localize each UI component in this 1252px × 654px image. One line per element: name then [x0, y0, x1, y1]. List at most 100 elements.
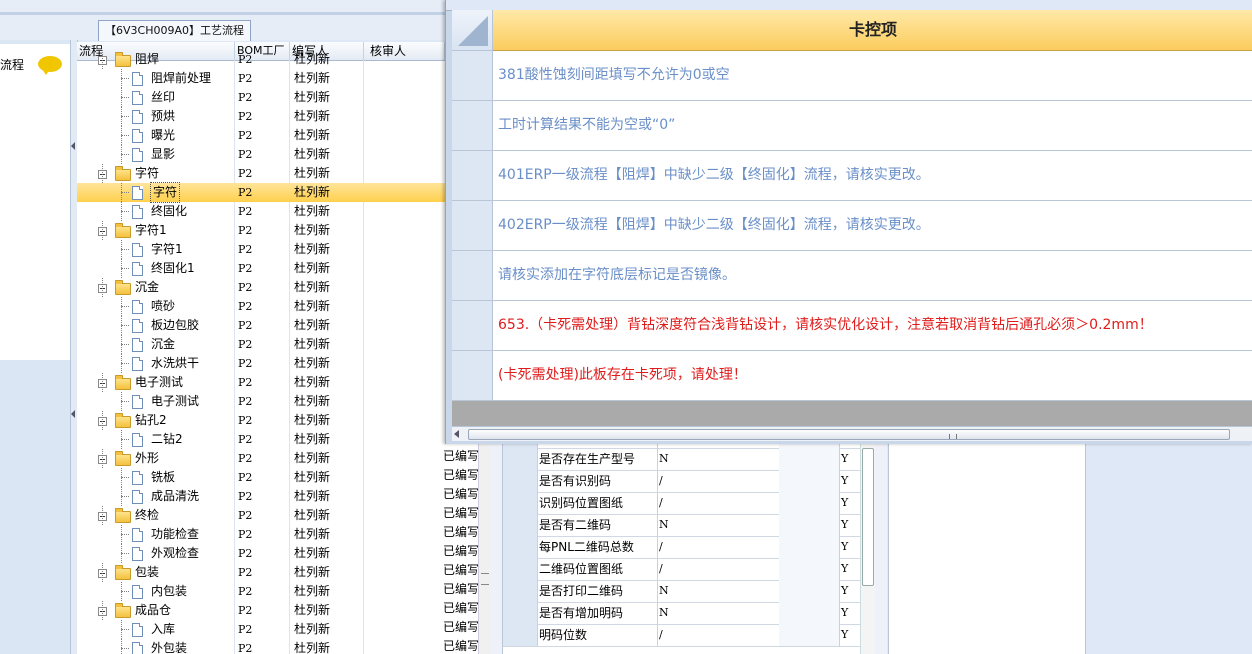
message-row[interactable]: 工时计算结果不能为空或“0”: [452, 101, 1252, 151]
speech-bubble-icon[interactable]: [38, 56, 62, 75]
row-header[interactable]: [503, 514, 538, 536]
table-row[interactable]: 预烘 P2 杜列新: [77, 107, 445, 126]
table-row[interactable]: 字符1 P2 杜列新: [77, 221, 445, 240]
top-bar: 【6V3CH009A0】工艺流程: [0, 0, 445, 41]
table-row[interactable]: 阻焊前处理 P2 杜列新: [77, 69, 445, 88]
table-row[interactable]: 入库 P2 杜列新: [77, 620, 445, 639]
message-row[interactable]: 请核实添加在字符底层标记是否镜像。: [452, 251, 1252, 301]
property-vertical-scrollbar[interactable]: [860, 440, 875, 654]
message-row[interactable]: 401ERP一级流程【阻焊】中缺少二级【终固化】流程，请核实更改。: [452, 151, 1252, 201]
property-value[interactable]: /: [658, 536, 780, 558]
select-all-corner[interactable]: [452, 10, 493, 51]
status-cell: 已编写: [443, 487, 479, 501]
property-row[interactable]: 是否有增加明码 N Y: [503, 602, 861, 625]
table-row[interactable]: 丝印 P2 杜列新: [77, 88, 445, 107]
property-flag: Y: [841, 562, 849, 575]
dialog-horizontal-scrollbar[interactable]: [452, 426, 1252, 441]
table-row[interactable]: 喷砂 P2 杜列新: [77, 297, 445, 316]
property-row[interactable]: 是否打印二维码 N Y: [503, 580, 861, 603]
row-header[interactable]: [452, 51, 493, 100]
property-value[interactable]: N: [658, 602, 780, 624]
row-header[interactable]: [503, 492, 538, 514]
table-row[interactable]: 终固化1 P2 杜列新: [77, 259, 445, 278]
table-row[interactable]: 曝光 P2 杜列新: [77, 126, 445, 145]
collapse-arrow-icon[interactable]: [71, 142, 75, 150]
property-row[interactable]: 是否有二维码 N Y: [503, 514, 861, 537]
table-row[interactable]: 外包装 P2 杜列新: [77, 639, 445, 654]
left-nav-item-flow[interactable]: 流程: [0, 44, 70, 85]
property-row[interactable]: 明码位数 / Y: [503, 624, 861, 647]
property-value[interactable]: N: [658, 580, 780, 602]
step-name: 电子测试: [135, 375, 184, 389]
tree-connector: [121, 135, 129, 136]
message-row[interactable]: 381酸性蚀刻间距填写不允许为0或空: [452, 51, 1252, 101]
table-row[interactable]: 沉金 P2 杜列新: [77, 278, 445, 297]
table-row[interactable]: 内包装 P2 杜列新: [77, 582, 445, 601]
row-header[interactable]: [503, 558, 538, 580]
property-value[interactable]: N: [658, 448, 780, 470]
property-value[interactable]: /: [658, 492, 780, 514]
row-header[interactable]: [503, 448, 538, 470]
row-header[interactable]: [452, 201, 493, 250]
table-row[interactable]: 板边包胶 P2 杜列新: [77, 316, 445, 335]
row-header[interactable]: [503, 624, 538, 646]
row-header[interactable]: [503, 580, 538, 602]
table-row[interactable]: 二钻2 P2 杜列新: [77, 430, 445, 449]
row-header[interactable]: [452, 301, 493, 350]
message-row[interactable]: 653.（卡死需处理）背钻深度符合浅背钻设计，请核实优化设计，注意若取消背钻后通…: [452, 301, 1252, 351]
table-row[interactable]: 成品仓 P2 杜列新: [77, 601, 445, 620]
property-row[interactable]: 是否存在生产型号 N Y: [503, 448, 861, 471]
collapse-arrow-icon[interactable]: [71, 410, 75, 418]
table-row[interactable]: 外形 P2 杜列新: [77, 449, 445, 468]
table-row[interactable]: 阻焊 P2 杜列新: [77, 50, 445, 69]
row-header[interactable]: [452, 101, 493, 150]
flow-tab[interactable]: 【6V3CH009A0】工艺流程: [98, 20, 251, 41]
property-row[interactable]: 每PNL二维码总数 / Y: [503, 536, 861, 559]
control-items-header[interactable]: 卡控项: [493, 10, 1252, 51]
table-row[interactable]: 钻孔2 P2 杜列新: [77, 411, 445, 430]
property-value[interactable]: /: [658, 558, 780, 580]
row-header[interactable]: [503, 602, 538, 624]
table-row[interactable]: 铣板 P2 杜列新: [77, 468, 445, 487]
row-header[interactable]: [452, 251, 493, 300]
table-row[interactable]: 外观检查 P2 杜列新: [77, 544, 445, 563]
table-row[interactable]: 水洗烘干 P2 杜列新: [77, 354, 445, 373]
table-row[interactable]: 终固化 P2 杜列新: [77, 202, 445, 221]
table-row[interactable]: 电子测试 P2 杜列新: [77, 392, 445, 411]
scroll-grip-icon[interactable]: [481, 573, 489, 585]
table-row[interactable]: 包装 P2 杜列新: [77, 563, 445, 582]
table-row[interactable]: 沉金 P2 杜列新: [77, 335, 445, 354]
row-header[interactable]: [503, 470, 538, 492]
row-header[interactable]: [452, 151, 493, 200]
property-row[interactable]: 是否有识别码 / Y: [503, 470, 861, 493]
bom-factory-cell: P2: [238, 300, 253, 313]
table-row[interactable]: 终检 P2 杜列新: [77, 506, 445, 525]
scroll-left-arrow-icon[interactable]: [454, 430, 459, 438]
table-row[interactable]: 字符1 P2 杜列新: [77, 240, 445, 259]
message-text: 402ERP一级流程【阻焊】中缺少二级【终固化】流程，请核实更改。: [498, 217, 930, 233]
table-row[interactable]: 电子测试 P2 杜列新: [77, 373, 445, 392]
table-row[interactable]: 字符 P2 杜列新: [77, 182, 445, 203]
bom-factory-cell: P2: [238, 604, 253, 617]
status-column: 已编写 已编写 已编写 已编写 已编写 已编写 已编写 已编写 已编写 已编写 已编写: [443, 440, 480, 654]
property-row[interactable]: 二维码位置图纸 / Y: [503, 558, 861, 581]
bom-factory-cell: P2: [238, 91, 253, 104]
status-cell: 已编写: [443, 582, 479, 596]
status-cell: 已编写: [443, 563, 479, 577]
table-row[interactable]: 功能检查 P2 杜列新: [77, 525, 445, 544]
table-row[interactable]: 显影 P2 杜列新: [77, 145, 445, 164]
status-cell: 已编写: [443, 506, 479, 520]
property-value[interactable]: N: [658, 514, 780, 536]
property-value[interactable]: /: [658, 470, 780, 492]
row-header[interactable]: [503, 536, 538, 558]
tree-connector: [102, 601, 103, 620]
row-header[interactable]: [452, 351, 493, 400]
scroll-thumb[interactable]: [468, 429, 1230, 440]
property-row[interactable]: 识别码位置图纸 / Y: [503, 492, 861, 515]
message-row[interactable]: (卡死需处理)此板存在卡死项，请处理！: [452, 351, 1252, 401]
message-row[interactable]: 402ERP一级流程【阻焊】中缺少二级【终固化】流程，请核实更改。: [452, 201, 1252, 251]
table-row[interactable]: 字符 P2 杜列新: [77, 164, 445, 183]
scroll-thumb[interactable]: [862, 448, 874, 586]
property-value[interactable]: /: [658, 624, 780, 646]
table-row[interactable]: 成品清洗 P2 杜列新: [77, 487, 445, 506]
